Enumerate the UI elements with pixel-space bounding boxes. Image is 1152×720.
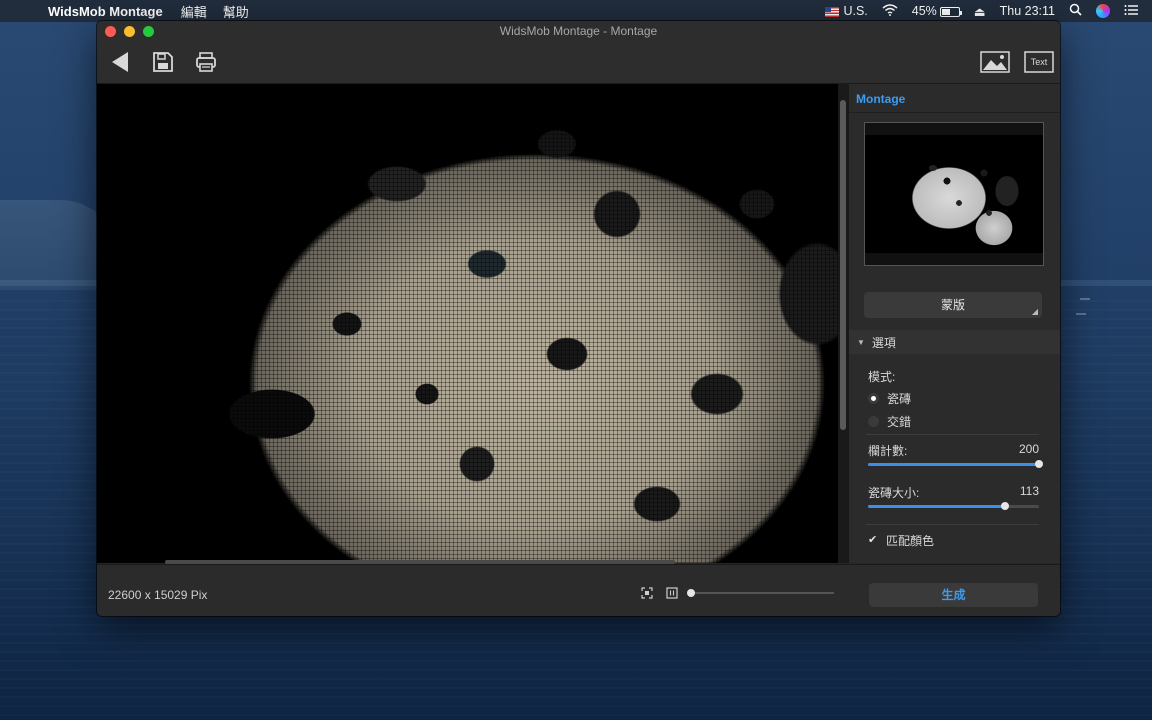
back-button[interactable]: [109, 51, 131, 73]
actual-size-icon[interactable]: [666, 587, 678, 599]
disclosure-triangle-icon: ▼: [857, 337, 865, 347]
wifi-icon[interactable]: [882, 3, 898, 19]
zoom-slider[interactable]: [687, 589, 834, 597]
add-text-button[interactable]: Text: [1024, 50, 1054, 74]
text-icon: Text: [1024, 51, 1054, 73]
columns-slider-row: 欄計數: 200: [868, 442, 1043, 472]
window-title: WidsMob Montage - Montage: [499, 24, 658, 38]
save-icon: [153, 52, 173, 72]
options-section-label: 選項: [871, 335, 896, 350]
montage-canvas[interactable]: [97, 84, 838, 563]
mode-tile-radio[interactable]: 瓷磚: [868, 390, 911, 407]
tile-size-label: 瓷磚大小:: [868, 486, 920, 500]
input-source-label: U.S.: [843, 4, 868, 18]
radio-selected-icon: [868, 393, 879, 404]
spotlight-search-icon[interactable]: [1069, 3, 1082, 19]
columns-slider-fill: [868, 463, 1039, 466]
menu-edit[interactable]: 編輯: [181, 2, 207, 21]
us-flag-icon: [825, 6, 840, 17]
image-dimensions: 22600 x 15029 Pix: [108, 588, 208, 602]
radio-unselected-icon: [868, 416, 879, 427]
columns-slider-knob[interactable]: [1035, 460, 1043, 468]
generate-button[interactable]: 生成: [869, 583, 1038, 607]
input-source-menu[interactable]: U.S.: [825, 4, 868, 18]
tile-size-slider[interactable]: [868, 502, 1039, 510]
desktop-mark: [1080, 298, 1090, 300]
back-arrow-icon: [112, 52, 128, 72]
menu-bar: WidsMob Montage 編輯 幫助 U.S. 45% ⏏ Thu 23:…: [0, 0, 1152, 22]
text-icon-label: Text: [1031, 57, 1048, 67]
clock[interactable]: Thu 23:11: [1000, 4, 1055, 18]
mask-button[interactable]: 蒙版 ◢: [864, 292, 1042, 318]
columns-value: 200: [1018, 442, 1039, 456]
dropdown-caret-icon: ◢: [1031, 307, 1038, 316]
match-color-checkbox[interactable]: ✔ 匹配顏色: [868, 532, 934, 549]
canvas-vertical-scrollbar[interactable]: [838, 84, 848, 563]
siri-icon[interactable]: [1096, 4, 1110, 18]
printer-icon: [196, 52, 216, 72]
close-window-button[interactable]: [105, 26, 116, 37]
tile-size-value: 113: [1019, 484, 1039, 498]
tile-size-slider-fill: [868, 505, 1005, 508]
window-controls: [105, 26, 154, 37]
columns-label: 欄計數:: [868, 444, 908, 458]
tile-size-slider-knob[interactable]: [1000, 502, 1009, 510]
image-icon: [980, 51, 1010, 73]
mode-tile-label: 瓷磚: [887, 392, 912, 406]
battery-menu[interactable]: 45%: [911, 4, 962, 18]
divider: [866, 524, 1039, 525]
source-image-preview[interactable]: [864, 122, 1044, 266]
montage-image: [97, 84, 838, 563]
divider: [866, 434, 1039, 435]
checkmark-icon: ✔: [868, 534, 878, 546]
notification-center-icon[interactable]: [1124, 4, 1138, 19]
app-window: WidsMob Montage - Montage Text Montage 蒙…: [97, 21, 1060, 616]
zoom-slider-knob[interactable]: [687, 589, 695, 597]
dalmatian-thumbnail: [889, 143, 1029, 253]
zoom-window-button[interactable]: [143, 26, 154, 37]
mode-label: 模式:: [868, 370, 896, 384]
print-button[interactable]: [194, 50, 218, 74]
divider: [849, 112, 1060, 113]
options-section-header[interactable]: ▼ 選項: [849, 330, 1060, 354]
match-color-label: 匹配顏色: [886, 534, 935, 548]
app-menu[interactable]: WidsMob Montage: [48, 4, 163, 19]
menu-extras: U.S. 45% ⏏ Thu 23:11: [825, 3, 1152, 19]
columns-slider[interactable]: [868, 460, 1043, 468]
battery-icon: [939, 6, 962, 17]
desktop-mark: [1076, 313, 1086, 315]
add-image-button[interactable]: [980, 50, 1010, 74]
vertical-scroll-thumb[interactable]: [840, 100, 846, 430]
menu-help[interactable]: 幫助: [223, 2, 249, 21]
mode-stagger-label: 交錯: [887, 415, 912, 429]
battery-percent: 45%: [911, 4, 937, 18]
panel-title: Montage: [856, 92, 906, 106]
save-button[interactable]: [151, 50, 175, 74]
fit-to-window-icon[interactable]: [641, 587, 653, 599]
minimize-window-button[interactable]: [124, 26, 135, 37]
mode-stagger-radio[interactable]: 交錯: [868, 413, 911, 430]
eject-icon[interactable]: ⏏: [974, 4, 986, 19]
title-bar[interactable]: WidsMob Montage - Montage: [97, 21, 1060, 41]
mask-button-label: 蒙版: [940, 298, 965, 312]
settings-panel: Montage 蒙版 ◢ ▼ 選項 模式: 瓷磚 交錯 欄計數: 200 瓷磚大…: [848, 84, 1060, 563]
status-bar: 22600 x 15029 Pix 生成: [97, 564, 1060, 616]
tile-size-slider-row: 瓷磚大小: 113: [868, 484, 1039, 514]
preview-image: [865, 135, 1043, 253]
toolbar: Text: [97, 41, 1060, 84]
